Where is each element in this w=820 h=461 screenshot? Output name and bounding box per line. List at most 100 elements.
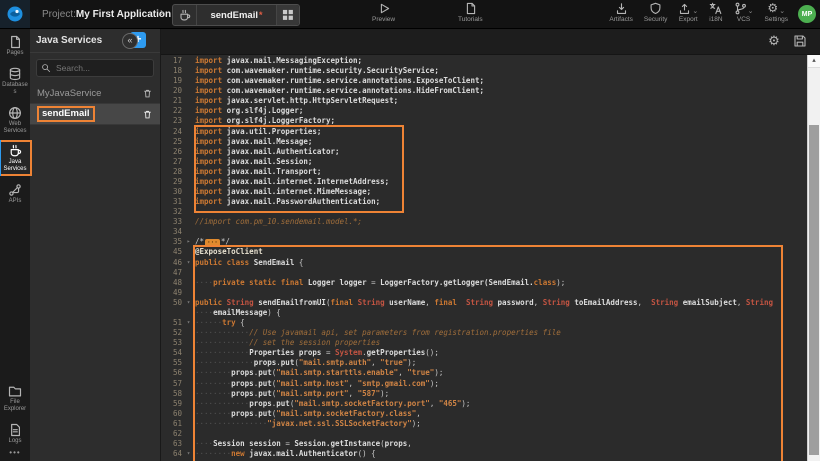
fold-marker-icon <box>182 187 195 197</box>
line-number: 54 <box>160 348 182 358</box>
fold-marker-icon[interactable]: ▾ <box>182 318 195 328</box>
code-line[interactable]: 30import javax.mail.internet.MimeMessage… <box>160 187 808 197</box>
code-line[interactable]: 64▾········new javax.mail.Authenticator(… <box>160 449 808 459</box>
code-line[interactable]: 20import com.wavemaker.runtime.service.a… <box>160 86 808 96</box>
line-number: 58 <box>160 389 182 399</box>
i18n-button[interactable]: i18N <box>709 2 722 23</box>
service-item-myjavaservice[interactable]: MyJavaService <box>30 83 160 104</box>
code-line[interactable]: 26import javax.mail.Authenticator; <box>160 147 808 157</box>
code-line[interactable]: 17import javax.mail.MessagingException; <box>160 56 808 66</box>
code-line[interactable]: 25import javax.mail.Message; <box>160 137 808 147</box>
code-line[interactable]: 57········props.put("mail.smtp.host", "s… <box>160 379 808 389</box>
sidebar-item-web-services[interactable]: Web Services <box>0 102 30 138</box>
sidebar-item-pages[interactable]: Pages <box>0 31 30 60</box>
code-line[interactable]: 48····private static final Logger logger… <box>160 278 808 288</box>
fold-marker-icon <box>182 207 195 217</box>
export-button[interactable]: ⌄ Export <box>678 2 698 23</box>
sidebar-item-databases[interactable]: Databases <box>0 63 30 99</box>
service-search[interactable] <box>36 59 154 77</box>
code-text: import javax.mail.MessagingException; <box>195 56 808 66</box>
code-line[interactable]: 55 ·············props.put("mail.smtp.auth… <box>160 358 808 368</box>
preview-button[interactable]: Preview <box>372 2 395 23</box>
security-button[interactable]: Security <box>644 2 667 23</box>
fold-marker-icon <box>182 76 195 86</box>
code-line[interactable]: 24import java.util.Properties; <box>160 127 808 137</box>
code-editor: ⚙ 17import javax.mail.MessagingException… <box>160 28 820 461</box>
line-number: 55 <box>160 358 182 368</box>
code-line[interactable]: 35▸/*···*/ <box>160 237 808 247</box>
code-text: ············Properties props = System.ge… <box>195 348 808 358</box>
settings-gear-icon: ⚙ <box>767 2 778 15</box>
breadcrumb-chevron-icon: › <box>160 5 164 19</box>
code-line[interactable]: 47 <box>160 268 808 278</box>
code-line[interactable]: 60········props.put("mail.smtp.socketFac… <box>160 409 808 419</box>
code-line[interactable]: ····emailMessage) { <box>160 308 808 318</box>
vertical-scrollbar[interactable]: ▴ <box>807 55 820 461</box>
code-line[interactable]: 18import com.wavemaker.runtime.security.… <box>160 66 808 76</box>
sidebar-item-apis[interactable]: APIs <box>0 179 30 208</box>
fold-marker-icon[interactable]: ▾ <box>182 298 195 308</box>
code-line[interactable]: 31import javax.mail.PasswordAuthenticati… <box>160 197 808 207</box>
code-line[interactable]: 56········props.put("mail.smtp.starttls.… <box>160 368 808 378</box>
vcs-button[interactable]: ⌄ VCS <box>734 2 754 23</box>
fold-marker-icon[interactable]: ▾ <box>182 449 195 459</box>
code-line[interactable]: 32 <box>160 207 808 217</box>
editor-tab-sendemail[interactable]: sendEmail* <box>172 4 300 26</box>
code-line[interactable]: 22import org.slf4j.Logger; <box>160 106 808 116</box>
code-line[interactable]: 29import javax.mail.internet.InternetAdd… <box>160 177 808 187</box>
line-number: 22 <box>160 106 182 116</box>
code-line[interactable]: 27import javax.mail.Session; <box>160 157 808 167</box>
topbar-actions: Artifacts Security ⌄ Export i18N ⌄ VCS ⚙… <box>609 2 788 23</box>
code-line[interactable]: 62 <box>160 429 808 439</box>
code-line[interactable]: 45@ExposeToClient <box>160 247 808 257</box>
code-line[interactable]: 54 ············Properties props = System.… <box>160 348 808 358</box>
code-line[interactable]: 53············// set the session propert… <box>160 338 808 348</box>
code-line[interactable]: 49 <box>160 288 808 298</box>
java-services-panel: Java Services + MyJavaService sendEmail <box>30 28 161 461</box>
save-floppy-icon <box>793 34 807 48</box>
code-line[interactable]: 28import javax.mail.Transport; <box>160 167 808 177</box>
code-line[interactable]: 34 <box>160 227 808 237</box>
scrollbar-thumb[interactable] <box>809 125 819 455</box>
code-line[interactable]: 58········props.put("mail.smtp.port", "5… <box>160 389 808 399</box>
app-logo[interactable] <box>0 0 30 28</box>
trash-icon[interactable] <box>142 109 153 120</box>
fold-marker-icon <box>182 56 195 66</box>
panel-collapse-button[interactable]: « <box>122 33 138 49</box>
code-line[interactable]: 21import javax.servlet.http.HttpServletR… <box>160 96 808 106</box>
fold-marker-icon <box>182 358 195 368</box>
active-indicator <box>0 140 1 176</box>
fold-marker-icon[interactable]: ▸ <box>182 237 195 247</box>
code-line[interactable]: 23import org.slf4j.LoggerFactory; <box>160 116 808 126</box>
code-line[interactable]: 50▾public String sendEmailfromUI(final S… <box>160 298 808 308</box>
save-button[interactable] <box>792 33 808 49</box>
sidebar-item-logs[interactable]: Logs <box>0 419 30 448</box>
code-line[interactable]: 51▾······try { <box>160 318 808 328</box>
line-number: 18 <box>160 66 182 76</box>
user-avatar[interactable]: MP <box>798 5 816 23</box>
code-text: ·············props.put("mail.smtp.auth",… <box>195 358 808 368</box>
scroll-up-button[interactable]: ▴ <box>808 55 820 68</box>
settings-button[interactable]: ⚙⌄ Settings <box>765 2 789 23</box>
code-line[interactable]: 19import com.wavemaker.runtime.service.a… <box>160 76 808 86</box>
tab-grid-menu-icon[interactable] <box>276 5 299 25</box>
service-item-sendemail[interactable]: sendEmail <box>30 104 160 125</box>
tutorials-button[interactable]: Tutorials <box>458 2 483 23</box>
code-line[interactable]: 63····Session session = Session.getInsta… <box>160 439 808 449</box>
fold-marker-icon[interactable]: ▾ <box>182 258 195 268</box>
code-text <box>195 207 808 217</box>
code-line[interactable]: 33//import com.pm_10.sendemail.model.*; <box>160 217 808 227</box>
code-scroll-area[interactable]: 17import javax.mail.MessagingException;1… <box>160 55 808 461</box>
sidebar-item-file-explorer[interactable]: File Explorer <box>0 380 30 416</box>
artifacts-button[interactable]: Artifacts <box>609 2 632 23</box>
fold-marker-icon <box>182 167 195 177</box>
code-line[interactable]: 52············// Use javamail api, set p… <box>160 328 808 338</box>
sidebar-more-button[interactable]: ••• <box>9 448 20 457</box>
code-line[interactable]: 46▾public class SendEmail { <box>160 258 808 268</box>
sidebar-item-java-services[interactable]: Java Services <box>0 140 32 176</box>
editor-settings-button[interactable]: ⚙ <box>766 33 782 49</box>
search-input[interactable] <box>54 62 149 74</box>
trash-icon[interactable] <box>142 88 153 99</box>
code-line[interactable]: 61················"javax.net.ssl.SSLSock… <box>160 419 808 429</box>
code-line[interactable]: 59············props.put("mail.smtp.socke… <box>160 399 808 409</box>
